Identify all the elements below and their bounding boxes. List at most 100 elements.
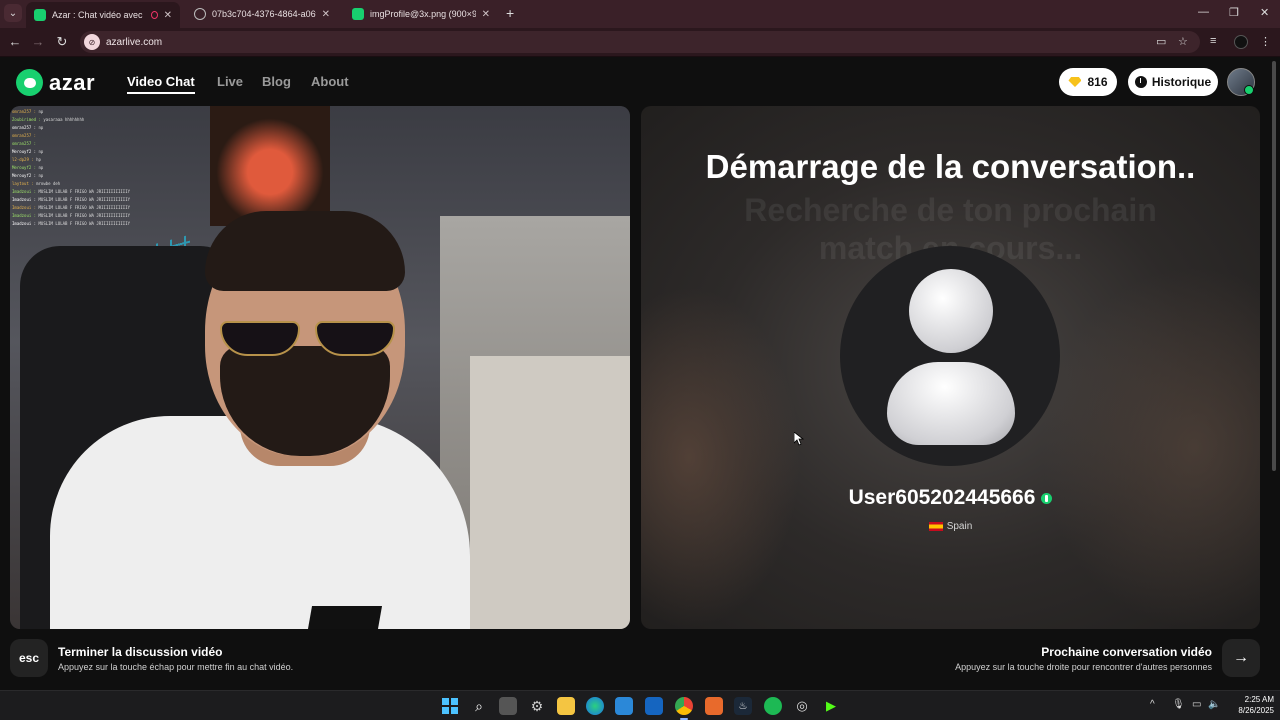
tab-search-button[interactable]: ⌄ (4, 4, 22, 22)
chat-username: Merouyf2 : (12, 149, 37, 154)
close-tab-icon[interactable]: ✕ (476, 9, 490, 20)
clock-icon (1134, 76, 1147, 88)
forward-arrow-icon[interactable]: → (30, 34, 46, 49)
more-menu-icon[interactable]: ⋮ (1260, 35, 1271, 48)
chat-username: l2-dp29 : (12, 157, 34, 162)
outlook-icon[interactable] (645, 697, 663, 715)
azar-favicon-icon (352, 8, 364, 20)
match-country-row: Spain (641, 521, 1260, 532)
chat-username: Merouyf2 : (12, 173, 37, 178)
url-text: azarlive.com (106, 36, 163, 48)
chat-line: Merouyf2 : np (12, 164, 143, 172)
chat-message: mrowbe deh (36, 181, 61, 186)
end-chat-esc-button[interactable]: esc (10, 639, 48, 677)
globe-icon (194, 8, 206, 20)
nav-about[interactable]: About (311, 74, 349, 89)
minimize-icon[interactable]: — (1198, 6, 1209, 18)
back-arrow-icon[interactable]: ← (7, 34, 23, 49)
local-video-feed: omran257 : np Zoubirimed : yasaraaa hhhhh… (10, 106, 630, 629)
chat-line: Zoubirimed : yasaraaa hhhhhhhh (12, 116, 143, 124)
scroll-thumb[interactable] (1272, 61, 1276, 471)
azar-logo[interactable]: azar (16, 69, 95, 96)
streaming-app-icon[interactable]: ▶ (822, 697, 840, 715)
chat-line: Imadzoui : MUSLIM LOLAB F FRIGO WA JRIII… (12, 188, 143, 196)
history-label: Historique (1151, 75, 1212, 89)
restore-icon[interactable]: ❐ (1229, 6, 1239, 19)
match-panel: Démarrage de la conversation.. Recherche… (641, 106, 1260, 629)
azar-page: azar Video Chat Live Blog About 816 Hist… (0, 57, 1280, 690)
task-view-icon[interactable] (499, 697, 517, 715)
tab-img-profile[interactable]: imgProfile@3x.png (900×900) ✕ (344, 2, 498, 26)
reload-icon[interactable]: ↻ (54, 34, 70, 50)
chat-username: Imadzoui : (12, 221, 37, 226)
edge-browser-icon[interactable] (586, 697, 604, 715)
chat-message: hp (36, 157, 41, 162)
chat-line: omran257 : (12, 132, 143, 140)
chat-line: Imadzoui : MUSLIM LOLAB F FRIGO WA JRIII… (12, 220, 143, 228)
address-bar-row: ← → ↻ ⊘ azarlive.com ▭ ☆ ≡ ⋮ (0, 28, 1280, 57)
chat-username: omran257 : (12, 109, 37, 114)
chat-message: np (38, 109, 44, 114)
next-chat-title: Prochaine conversation vidéo (1041, 645, 1212, 659)
chat-line: Merouyf2 : np (12, 148, 143, 156)
nav-blog[interactable]: Blog (262, 74, 291, 89)
tab-uuid[interactable]: 07b3c704-4376-4864-a06f-c63 ✕ (186, 2, 338, 26)
spotify-icon[interactable] (764, 697, 782, 715)
network-icon[interactable]: ▭ (1192, 699, 1201, 710)
chat-username: omran257 : (12, 141, 37, 146)
chat-username: Zoubirimed : (12, 117, 41, 122)
chat-line: omran257 : (12, 140, 143, 148)
gems-button[interactable]: 816 (1059, 68, 1117, 96)
tab-azar[interactable]: Azar : Chat vidéo avec de n ✕ (26, 2, 180, 28)
bookmark-star-icon[interactable]: ☆ (1178, 35, 1188, 48)
settings-gear-icon[interactable]: ⚙ (528, 697, 546, 715)
performance-monitor-icon[interactable]: ◎ (793, 697, 811, 715)
verified-badge-icon (1041, 492, 1053, 504)
new-tab-plus-icon[interactable]: + (506, 5, 514, 21)
chat-username: Imadzoui : (12, 189, 37, 194)
windows-taskbar: ⌕ ⚙ ♨ ◎ ▶ ^ 🎙 ▭ 🔈 2:25 AM 8/26/2025 (0, 690, 1280, 720)
file-explorer-icon[interactable] (557, 697, 575, 715)
search-icon[interactable]: ⌕ (470, 697, 488, 715)
microsoft-store-icon[interactable] (615, 697, 633, 715)
windows-start-icon[interactable] (441, 697, 459, 715)
url-field[interactable]: ⊘ azarlive.com (80, 31, 1200, 53)
app-a-icon[interactable] (705, 697, 723, 715)
chat-message: np (38, 125, 44, 130)
nav-live[interactable]: Live (217, 74, 243, 89)
chat-line: Imadzoui : MUSLIM LOLAB F FRIGO WA JRIII… (12, 196, 143, 204)
close-tab-icon[interactable]: ✕ (158, 10, 172, 21)
media-controls-icon[interactable]: ≡ (1210, 35, 1216, 47)
match-username-row: User605202445666 (641, 486, 1260, 510)
taskbar-clock[interactable]: 2:25 AM 8/26/2025 (1228, 694, 1274, 716)
placeholder-avatar-icon (909, 269, 993, 353)
chat-line: l2-dp29 : hp (12, 156, 143, 164)
page-scrollbar[interactable] (1271, 57, 1277, 690)
match-username: User605202445666 (848, 486, 1036, 509)
background-cabinet (470, 356, 630, 629)
cast-icon[interactable]: ▭ (1156, 35, 1166, 48)
sunglasses (220, 321, 300, 356)
close-window-icon[interactable]: ✕ (1260, 6, 1269, 19)
show-hidden-icons-icon[interactable]: ^ (1150, 699, 1155, 710)
end-chat-title: Terminer la discussion vidéo (58, 645, 223, 659)
history-button[interactable]: Historique (1128, 68, 1218, 96)
chat-line: Merouyf2 : np (12, 172, 143, 180)
online-badge-icon (1244, 85, 1254, 95)
next-chat-arrow-button[interactable]: → (1222, 639, 1260, 677)
close-tab-icon[interactable]: ✕ (316, 9, 330, 20)
site-info-icon[interactable]: ⊘ (84, 34, 100, 50)
chat-message: MUSLIM LOLAB F FRIGO WA JRIIIIIIIIIIIY (38, 189, 131, 194)
steam-icon[interactable]: ♨ (734, 697, 752, 715)
nav-video-chat[interactable]: Video Chat (127, 74, 195, 94)
clock-time: 2:25 AM (1244, 695, 1274, 704)
microphone-icon[interactable]: 🎙 (1172, 699, 1185, 710)
chat-username: Imadzoui : (12, 197, 37, 202)
browser-profile-icon[interactable] (1234, 35, 1248, 49)
chat-username: laytout : (12, 181, 34, 186)
chrome-icon[interactable] (675, 697, 693, 715)
volume-icon[interactable]: 🔈 (1208, 699, 1220, 710)
recording-indicator-icon (150, 11, 158, 19)
wall-poster (210, 106, 330, 226)
tab-title: 07b3c704-4376-4864-a06f-c63 (212, 9, 316, 19)
